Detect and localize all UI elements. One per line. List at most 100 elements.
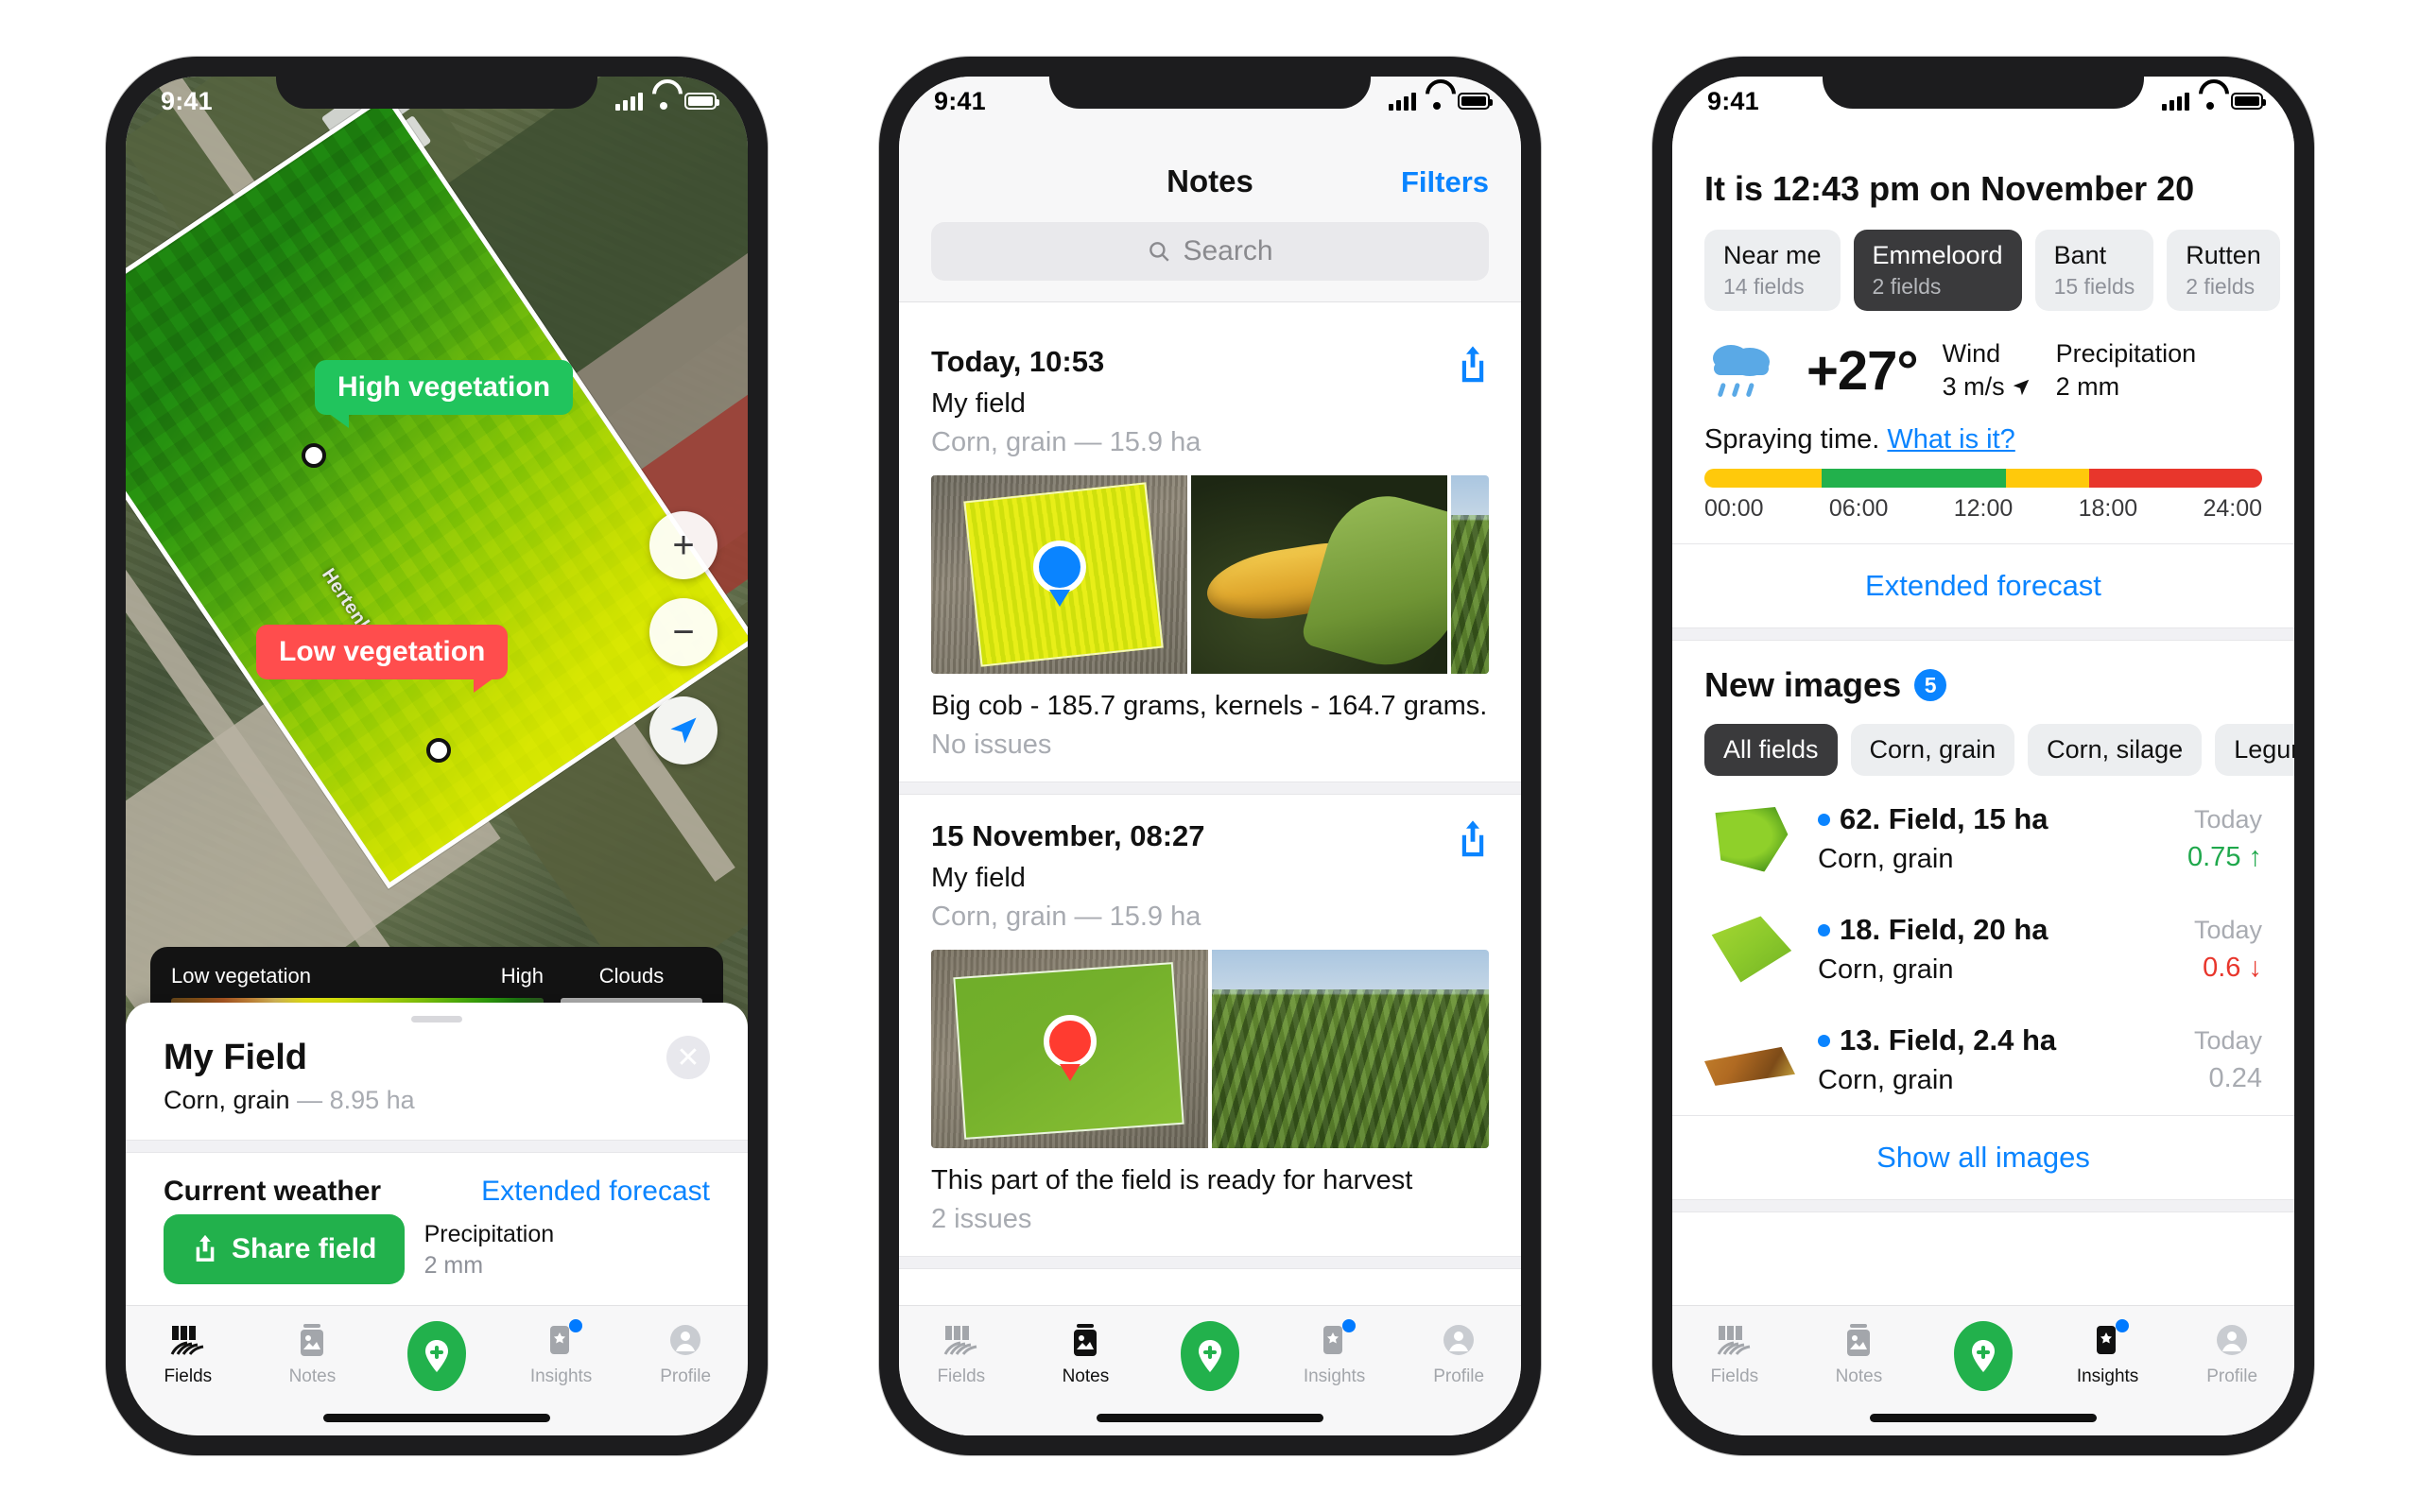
note-photo-cob[interactable]: [1191, 475, 1447, 674]
crop-chip-leguminous[interactable]: Leguminou: [2215, 724, 2294, 776]
location-chip-near-me[interactable]: Near me 14 fields: [1704, 230, 1841, 311]
wifi-icon: [2199, 93, 2221, 110]
zoom-out-button[interactable]: −: [649, 598, 717, 666]
tab-insights[interactable]: Insights: [1272, 1319, 1397, 1387]
tab-notes[interactable]: Notes: [1024, 1319, 1149, 1387]
insights-content[interactable]: It is 12:43 pm on November 20 Near me 14…: [1672, 77, 2294, 1305]
legend-labels: Low vegetation High Clouds: [171, 964, 702, 988]
battery-icon: [1458, 93, 1493, 110]
notes-list[interactable]: Today, 10:53 My field Corn, grain — 15.9…: [899, 320, 1521, 1305]
tab-fields[interactable]: Fields: [1672, 1319, 1797, 1387]
field-image-row[interactable]: 18. Field, 20 ha Corn, grain Today 0.6 ↓: [1672, 894, 2294, 1005]
map-point-high[interactable]: [302, 443, 326, 468]
tab-add[interactable]: [1921, 1319, 2046, 1393]
search-placeholder: Search: [1183, 235, 1273, 266]
tab-insights[interactable]: Insights: [499, 1319, 624, 1387]
insights-icon: [2093, 1319, 2129, 1361]
crop-filter-chips[interactable]: All fields Corn, grain Corn, silage Legu…: [1672, 705, 2294, 776]
note-time: Today, 10:53: [931, 345, 1105, 378]
status-bar-2: 9:41: [879, 57, 1541, 130]
status-icons: [2162, 92, 2266, 111]
share-note-button[interactable]: [1457, 819, 1489, 859]
location-chip-creil[interactable]: Creil 17 fie: [2292, 230, 2294, 311]
field-image-row[interactable]: 62. Field, 15 ha Corn, grain Today 0.75 …: [1672, 776, 2294, 894]
tab-fields[interactable]: Fields: [126, 1319, 251, 1387]
note-card[interactable]: 15 November, 08:27 My field Corn, grain …: [899, 795, 1521, 1256]
precip-label: Precipitation: [424, 1221, 555, 1247]
location-chips[interactable]: Near me 14 fields Emmeloord 2 fields Ban…: [1672, 209, 2294, 311]
note-photo-ndvi[interactable]: [931, 475, 1187, 674]
legend-low-label: Low vegetation: [171, 964, 311, 988]
tab-profile[interactable]: Profile: [1396, 1319, 1521, 1387]
note-photo-field[interactable]: [1451, 475, 1489, 674]
crop-chip-label: Leguminou: [2234, 735, 2294, 764]
note-photo-strip[interactable]: [931, 475, 1489, 674]
tab-insights[interactable]: Insights: [2046, 1319, 2170, 1387]
spraying-ticks: 00:00 06:00 12:00 18:00 24:00: [1704, 495, 2262, 523]
profile-icon: [668, 1319, 702, 1361]
location-chip-rutten[interactable]: Rutten 2 fields: [2167, 230, 2280, 311]
note-photo-strip[interactable]: [931, 950, 1489, 1148]
sheet-grabber[interactable]: [411, 1016, 462, 1022]
status-icons: [1389, 92, 1493, 111]
map-point-low[interactable]: [426, 738, 451, 763]
extended-forecast-link[interactable]: Extended forecast: [1672, 544, 2294, 627]
insights-badge-dot: [568, 1319, 582, 1332]
share-field-button[interactable]: Share field: [164, 1214, 406, 1284]
precip-value: 2 mm: [2055, 372, 2120, 401]
field-thumbnail: [1711, 916, 1792, 983]
field-row-info: 13. Field, 2.4 ha Corn, grain: [1818, 1023, 2171, 1096]
tab-notes[interactable]: Notes: [251, 1319, 375, 1387]
filters-button[interactable]: Filters: [1401, 165, 1489, 199]
unread-dot: [1818, 923, 1830, 936]
precipitation-metric: Precipitation 2 mm: [424, 1221, 555, 1280]
note-photo-field[interactable]: [1212, 950, 1489, 1148]
callout-label: Low vegetation: [279, 636, 486, 667]
locate-me-button[interactable]: [649, 696, 717, 765]
search-input[interactable]: Search: [931, 222, 1489, 281]
search-icon: [1150, 242, 1170, 262]
share-note-button[interactable]: [1457, 345, 1489, 385]
field-row-info: 62. Field, 15 ha Corn, grain: [1818, 802, 2165, 875]
cellular-icon: [615, 92, 643, 111]
tab-profile[interactable]: Profile: [2169, 1319, 2294, 1387]
close-sheet-button[interactable]: ✕: [666, 1036, 710, 1079]
crop-chip-all-fields[interactable]: All fields: [1704, 724, 1838, 776]
note-card[interactable]: Today, 10:53 My field Corn, grain — 15.9…: [899, 320, 1521, 782]
field-image-row[interactable]: 13. Field, 2.4 ha Corn, grain Today 0.24: [1672, 1005, 2294, 1115]
note-photo-ndvi[interactable]: [931, 950, 1208, 1148]
field-row-meta: Today 0.6 ↓: [2194, 916, 2262, 984]
location-name: Emmeloord: [1872, 241, 2003, 269]
show-all-images-link[interactable]: Show all images: [1672, 1116, 2294, 1199]
add-pin-button[interactable]: [1953, 1319, 2013, 1393]
tab-add[interactable]: [374, 1319, 499, 1393]
crop-chip-corn-grain[interactable]: Corn, grain: [1850, 724, 2015, 776]
tab-profile[interactable]: Profile: [623, 1319, 748, 1387]
field-ndvi-value: 0.24: [2208, 1062, 2262, 1093]
location-chip-bant[interactable]: Bant 15 fields: [2034, 230, 2154, 311]
crop-chip-corn-silage[interactable]: Corn, silage: [2028, 724, 2203, 776]
add-pin-button[interactable]: [1180, 1319, 1239, 1393]
add-pin-button[interactable]: [406, 1319, 466, 1393]
callout-label: High vegetation: [337, 371, 551, 403]
tab-add[interactable]: [1148, 1319, 1272, 1393]
satellite-map[interactable]: Hertenlocht High vegetation Low vegetati…: [126, 77, 748, 1435]
field-name: 18. Field, 20 ha: [1840, 913, 2048, 946]
note-text: This part of the field is ready for harv…: [931, 1165, 1413, 1195]
field-thumbnail: [1715, 807, 1789, 872]
extended-forecast-link[interactable]: Extended forecast: [481, 1176, 710, 1208]
tab-fields-label: Fields: [1710, 1366, 1759, 1386]
field-subtitle: Corn, grain — 8.95 ha: [164, 1086, 710, 1115]
note-location-marker: [1032, 540, 1086, 607]
field-row-meta: Today 0.24: [2194, 1026, 2262, 1094]
tab-fields[interactable]: Fields: [899, 1319, 1024, 1387]
section-divider: [1672, 627, 2294, 641]
what-is-it-link[interactable]: What is it?: [1887, 424, 2014, 455]
notes-title-row: Notes Filters: [931, 150, 1489, 205]
field-crop: Corn, grain: [164, 1086, 290, 1114]
new-images-title-row: New images 5: [1672, 641, 2294, 705]
spraying-timeline-bar: [1704, 469, 2262, 488]
zoom-in-button[interactable]: +: [649, 511, 717, 579]
tab-notes[interactable]: Notes: [1797, 1319, 1922, 1387]
location-chip-emmeloord[interactable]: Emmeloord 2 fields: [1853, 230, 2022, 311]
